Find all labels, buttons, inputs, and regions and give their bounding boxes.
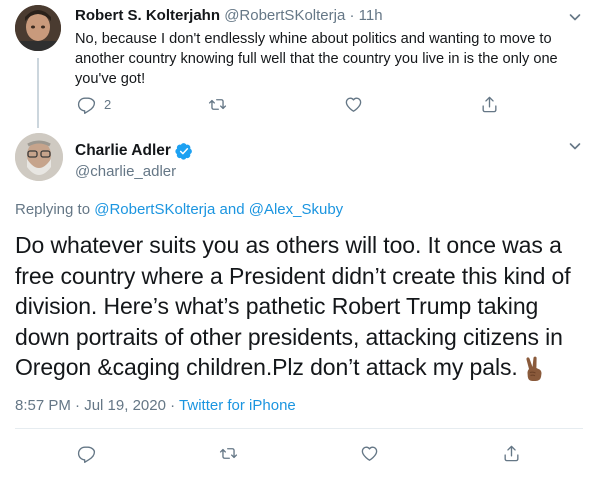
tweet-meta: 8:57 PM · Jul 19, 2020 · Twitter for iPh… (15, 397, 296, 414)
main-reply-button[interactable] (77, 444, 96, 463)
main-display-name[interactable]: Charlie Adler (75, 142, 171, 160)
tweet-source-link[interactable]: Twitter for iPhone (179, 397, 296, 414)
main-tweet-body: Do whatever suits you as others will too… (15, 232, 571, 380)
reply-header: Robert S. Kolterjahn @RobertSKolterja · … (75, 7, 383, 24)
reply-separator: · (349, 7, 355, 24)
thread-line (37, 58, 39, 128)
avatar-robert[interactable] (15, 5, 61, 51)
reply-count: 2 (104, 97, 112, 112)
replying-to: Replying to @RobertSKolterja and @Alex_S… (15, 201, 343, 218)
reply-handle[interactable]: @RobertSKolterja (224, 7, 345, 24)
share-icon (502, 444, 521, 463)
tweet-date[interactable]: Jul 19, 2020 (84, 397, 166, 414)
replying-and[interactable]: and (220, 201, 245, 218)
main-more-chevron-down-icon[interactable] (567, 138, 583, 154)
reply-icon (77, 444, 96, 463)
tweet-time[interactable]: 8:57 PM (15, 397, 71, 414)
reply-time[interactable]: 11h (359, 7, 383, 24)
main-share-button[interactable] (502, 444, 521, 463)
avatar-charlie[interactable] (15, 133, 63, 181)
share-icon (480, 95, 499, 114)
meta-separator-1: · (75, 397, 81, 414)
reply-more-chevron-down-icon[interactable] (567, 9, 583, 25)
main-header: Charlie Adler @charlie_adler (75, 142, 193, 180)
reply-tweet[interactable]: Robert S. Kolterjahn @RobertSKolterja · … (0, 0, 598, 128)
reply-reply-button[interactable]: 2 (77, 95, 111, 114)
reply-display-name[interactable]: Robert S. Kolterjahn (75, 7, 220, 24)
reply-share-button[interactable] (480, 95, 499, 114)
meta-separator-2: · (170, 397, 176, 414)
like-icon (344, 95, 363, 114)
replying-user-robert-link[interactable]: @RobertSKolterja (94, 201, 215, 218)
like-icon (360, 444, 379, 463)
divider (15, 428, 583, 429)
reply-icon (77, 95, 96, 114)
replying-prefix: Replying to (15, 201, 91, 218)
main-like-button[interactable] (360, 444, 379, 463)
replying-user-alex-link[interactable]: @Alex_Skuby (249, 201, 343, 218)
main-tweet-text: Do whatever suits you as others will too… (15, 230, 590, 383)
reply-text: No, because I don't endlessly whine abou… (75, 31, 558, 87)
verified-badge-icon (175, 142, 193, 160)
reply-retweet-button[interactable] (208, 95, 227, 114)
reply-like-button[interactable] (344, 95, 363, 114)
main-retweet-button[interactable] (219, 444, 238, 463)
main-name-row: Charlie Adler (75, 142, 193, 160)
retweet-icon (208, 95, 227, 114)
victory-hand-emoji-icon (522, 356, 546, 382)
main-handle[interactable]: @charlie_adler (75, 163, 193, 180)
retweet-icon (219, 444, 238, 463)
